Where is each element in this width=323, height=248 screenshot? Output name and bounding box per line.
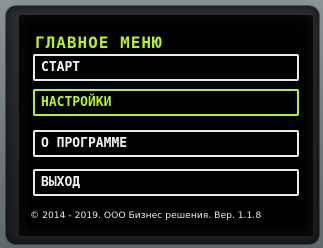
menu-item-settings[interactable]: НАСТРОЙКИ: [33, 89, 299, 116]
menu-item-about[interactable]: О ПРОГРАММЕ: [33, 130, 299, 157]
lcd-screen: ГЛАВНОЕ МЕНЮ СТАРТ НАСТРОЙКИ О ПРОГРАММЕ…: [19, 15, 313, 236]
copyright-footer: © 2014 - 2019. ООО Бизнес решения. Вер. …: [30, 210, 262, 221]
menu-item-exit[interactable]: ВЫХОД: [33, 169, 299, 196]
menu-item-start[interactable]: СТАРТ: [33, 54, 299, 81]
menu-title: ГЛАВНОЕ МЕНЮ: [35, 33, 163, 52]
